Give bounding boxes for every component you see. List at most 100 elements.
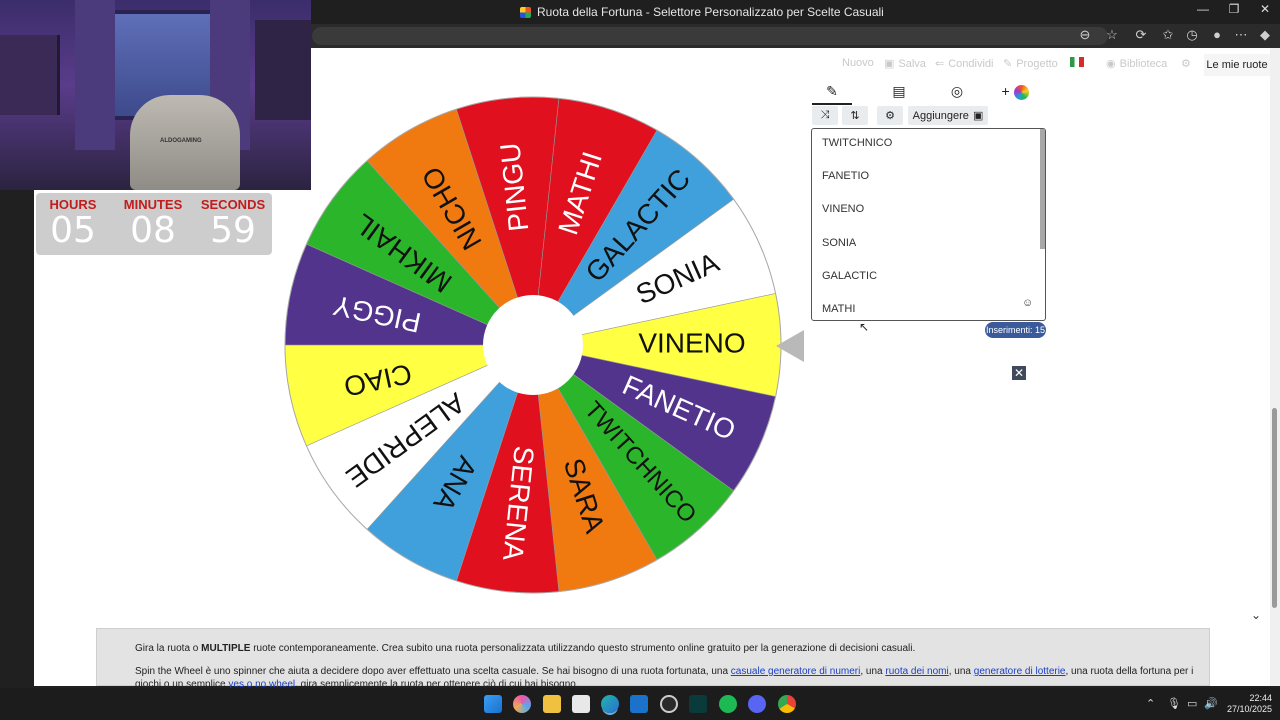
close-icon[interactable]: ✕ bbox=[1012, 366, 1026, 380]
file-explorer-icon[interactable] bbox=[543, 695, 561, 713]
mouse-cursor-icon: ↖ bbox=[859, 320, 870, 334]
tab-clipboard-icon[interactable]: ▤ bbox=[879, 83, 919, 100]
new-label: Nuovo bbox=[842, 57, 874, 69]
countdown-timer: HOURS 05 MINUTES 08 SECONDS 59 bbox=[36, 193, 272, 255]
settings-gear-icon[interactable]: ⚙ bbox=[1181, 57, 1191, 70]
share-icon: ⇐ bbox=[935, 58, 945, 70]
desc-text: , una bbox=[860, 666, 886, 677]
discord-icon[interactable] bbox=[748, 695, 766, 713]
wheel-pointer-icon bbox=[776, 330, 804, 362]
number-generator-link[interactable]: casuale generatore di numeri bbox=[731, 666, 861, 677]
tab-add-color-icon[interactable]: + bbox=[995, 83, 1035, 100]
library-button[interactable]: ◉ Biblioteca bbox=[1106, 57, 1168, 71]
project-button[interactable]: ✎ Progetto bbox=[1003, 57, 1058, 71]
seconds-value: 59 bbox=[210, 210, 256, 251]
zoom-icon[interactable]: ⊖ bbox=[1076, 27, 1094, 43]
spin-wheel[interactable]: VINENOFANETIOTWITCHNICOSARASERENAANAALEP… bbox=[280, 92, 786, 598]
volume-icon[interactable]: 🔊 bbox=[1204, 697, 1218, 710]
chevron-down-icon[interactable]: ⌄ bbox=[1251, 608, 1261, 622]
chrome-icon[interactable] bbox=[778, 695, 796, 713]
maximize-button[interactable]: ❐ bbox=[1219, 2, 1249, 16]
page-scrollbar[interactable] bbox=[1270, 48, 1280, 686]
tab-hide-eye-icon[interactable]: ◎ bbox=[937, 83, 977, 100]
favorite-star-icon[interactable]: ☆ bbox=[1103, 27, 1121, 43]
start-windows-icon[interactable] bbox=[484, 695, 502, 713]
sort-icon[interactable]: ⇅ bbox=[842, 106, 868, 125]
my-wheels-button[interactable]: Le mie ruote bbox=[1204, 54, 1270, 76]
desc-text: Spin the Wheel è uno spinner che aiuta a… bbox=[135, 666, 731, 677]
pencil-icon: ✎ bbox=[1003, 58, 1013, 70]
copilot-app-icon[interactable] bbox=[513, 695, 531, 713]
webcam-shelf-left bbox=[0, 35, 60, 115]
save-button[interactable]: ▣ Salva bbox=[884, 57, 926, 71]
outlook-icon[interactable] bbox=[630, 695, 648, 713]
spotify-icon[interactable] bbox=[719, 695, 737, 713]
wheel-center-hub[interactable] bbox=[483, 295, 583, 395]
favorites-icon[interactable]: ✩ bbox=[1159, 27, 1177, 43]
entry-line: GALACTIC bbox=[822, 270, 878, 282]
windows-taskbar: ⌃ 🎙 ▭ 🔊 22:44 27/10/2025 bbox=[0, 688, 1280, 720]
timer-seconds: SECONDS 59 bbox=[196, 197, 270, 250]
save-label: Salva bbox=[898, 57, 926, 70]
entry-line: TWITCHNICO bbox=[822, 137, 893, 149]
minimize-button[interactable]: — bbox=[1188, 2, 1218, 16]
extensions-icon[interactable]: ⟳ bbox=[1132, 27, 1150, 43]
italian-flag-icon bbox=[1070, 57, 1084, 67]
description-box: Gira la ruota o MULTIPLE ruote contempor… bbox=[96, 628, 1210, 690]
my-wheels-label: Le mie ruote bbox=[1206, 59, 1268, 71]
description-paragraph-1: Gira la ruota o MULTIPLE ruote contempor… bbox=[135, 643, 1195, 654]
name-wheel-link[interactable]: ruota dei nomi bbox=[885, 666, 948, 677]
store-icon[interactable] bbox=[572, 695, 590, 713]
shuffle-icon[interactable]: ⤨ bbox=[812, 106, 838, 125]
globe-icon: ◉ bbox=[1106, 58, 1116, 70]
more-menu-icon[interactable]: ⋯ bbox=[1232, 27, 1250, 43]
settings-icon[interactable]: ⚙ bbox=[877, 106, 903, 125]
webcam-curtain-left bbox=[75, 0, 115, 150]
editor-tabs: ✎ ▤ ◎ + bbox=[812, 80, 1048, 105]
entries-scrollbar[interactable] bbox=[1040, 129, 1045, 249]
language-button[interactable] bbox=[1070, 57, 1084, 67]
microphone-icon[interactable]: 🎙 bbox=[1167, 697, 1181, 710]
obs-icon[interactable] bbox=[660, 695, 678, 713]
add-image-button[interactable]: Aggiungere ▣ bbox=[908, 106, 988, 125]
entry-line: FANETIO bbox=[822, 170, 870, 182]
share-label: Condividi bbox=[948, 57, 994, 70]
save-icon: ▣ bbox=[884, 58, 895, 70]
lottery-generator-link[interactable]: generatore di lotterie bbox=[974, 666, 1066, 677]
entry-line: MATHI bbox=[822, 303, 856, 315]
window-title: Ruota della Fortuna - Selettore Personal… bbox=[520, 5, 884, 19]
chair-brand-text: ALDOGAMING bbox=[160, 138, 202, 144]
add-label: Aggiungere bbox=[912, 109, 969, 122]
scrollbar-thumb[interactable] bbox=[1272, 408, 1277, 608]
emoji-icon[interactable]: ☺ bbox=[1022, 297, 1033, 309]
entries-textarea[interactable]: TWITCHNICO FANETIO VINENO SONIA GALACTIC… bbox=[811, 128, 1046, 321]
library-label: Biblioteca bbox=[1119, 57, 1168, 70]
desc-bold: MULTIPLE bbox=[201, 643, 251, 654]
wheel-segment-label: VINENO bbox=[638, 327, 745, 358]
network-icon[interactable]: ▭ bbox=[1187, 697, 1197, 710]
timer-minutes: MINUTES 08 bbox=[116, 197, 190, 250]
entry-line: SONIA bbox=[822, 237, 857, 249]
history-icon[interactable]: ◷ bbox=[1183, 27, 1201, 43]
clock-time: 22:44 bbox=[1249, 693, 1272, 703]
share-button[interactable]: ⇐ Condividi bbox=[935, 57, 994, 71]
copilot-icon[interactable]: ◆ bbox=[1256, 27, 1274, 43]
terminal-icon[interactable] bbox=[689, 695, 707, 713]
close-window-button[interactable]: ✕ bbox=[1250, 2, 1280, 16]
url-field[interactable] bbox=[312, 27, 1108, 45]
entries-count-badge: Inserimenti: 15 bbox=[985, 322, 1046, 338]
window-title-text: Ruota della Fortuna - Selettore Personal… bbox=[537, 5, 884, 19]
system-clock[interactable]: 22:44 27/10/2025 bbox=[1220, 693, 1272, 715]
tray-chevron-up-icon[interactable]: ⌃ bbox=[1146, 697, 1155, 710]
hours-value: 05 bbox=[50, 210, 96, 251]
minutes-value: 08 bbox=[130, 210, 176, 251]
new-button[interactable]: Nuovo bbox=[842, 57, 874, 69]
project-label: Progetto bbox=[1016, 57, 1058, 70]
timer-hours: HOURS 05 bbox=[36, 197, 110, 250]
profile-avatar-icon[interactable]: ● bbox=[1208, 27, 1226, 42]
image-icon: ▣ bbox=[972, 110, 984, 122]
desc-text: ruote contemporaneamente. Crea subito un… bbox=[250, 643, 916, 654]
edge-browser-icon[interactable] bbox=[601, 695, 619, 713]
tab-edit-pencil-icon[interactable]: ✎ bbox=[812, 83, 852, 105]
entry-line: VINENO bbox=[822, 203, 865, 215]
